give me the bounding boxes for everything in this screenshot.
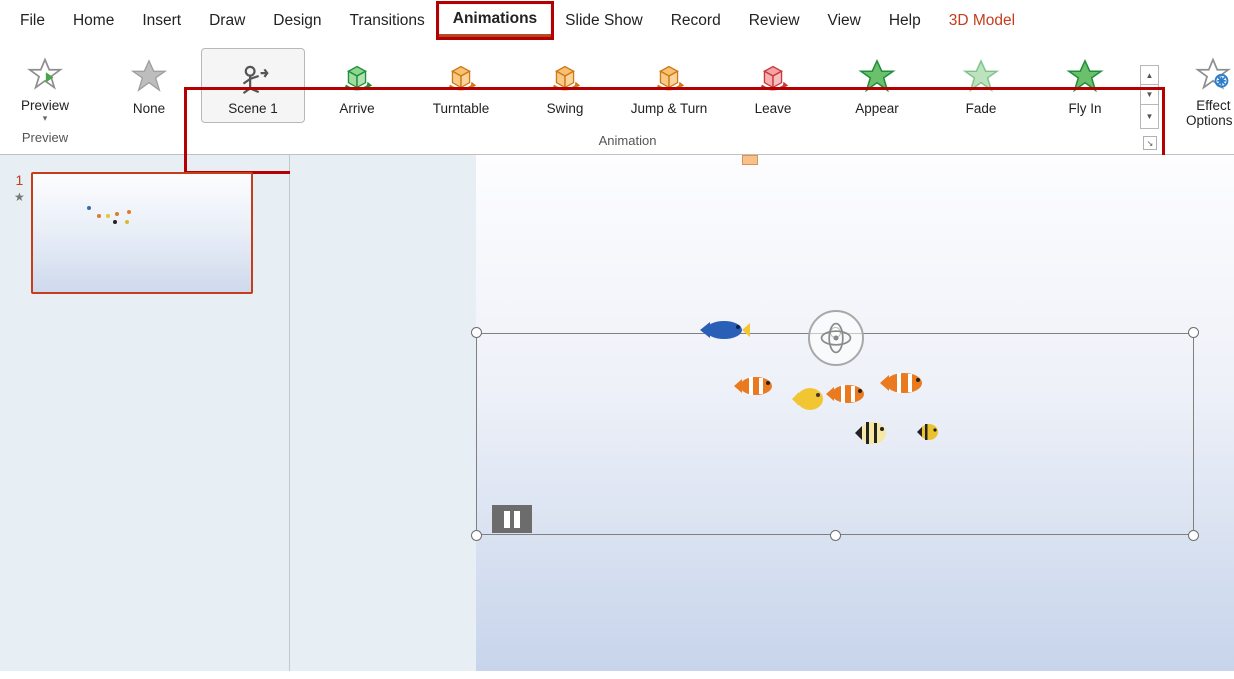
- animation-label: Fade: [966, 101, 997, 116]
- animation-turntable[interactable]: Turntable: [409, 48, 513, 123]
- tab-help[interactable]: Help: [875, 6, 935, 36]
- gallery-scroll-down[interactable]: ▼: [1140, 85, 1159, 105]
- animation-swing[interactable]: Swing: [513, 48, 617, 123]
- animation-label: Scene 1: [228, 101, 278, 116]
- tab-home[interactable]: Home: [59, 6, 128, 36]
- animation-label: Appear: [855, 101, 899, 116]
- workspace: 1 ★: [0, 154, 1234, 671]
- tab-file[interactable]: File: [6, 6, 59, 36]
- animation-label: Fly In: [1069, 101, 1102, 116]
- resize-handle[interactable]: [1188, 327, 1199, 338]
- animation-dialog-launcher[interactable]: ↘: [1143, 136, 1157, 150]
- effect-options-icon: [1191, 54, 1234, 94]
- animation-scene1[interactable]: Scene 1: [201, 48, 305, 123]
- animation-label: Jump & Turn: [631, 101, 708, 116]
- preview-button[interactable]: Preview ▾: [10, 47, 80, 126]
- animation-indicator-icon: ★: [14, 190, 25, 204]
- fish-clown: [732, 373, 778, 399]
- animation-gallery[interactable]: None Scene 1 Arrive Turntable Swing Jump & Tu…: [96, 47, 1138, 124]
- fly-in-icon: [1065, 57, 1105, 95]
- resize-handle[interactable]: [471, 530, 482, 541]
- ribbon-group-effect-options: Effect Options ▾: [1169, 45, 1234, 154]
- leave-icon: [753, 57, 793, 95]
- 3d-rotate-control[interactable]: [808, 310, 864, 366]
- tab-3d-model[interactable]: 3D Model: [935, 6, 1029, 36]
- tab-animations[interactable]: Animations: [439, 4, 551, 37]
- ribbon-group-animation-label: Animation: [599, 129, 657, 150]
- chevron-down-icon: ▾: [43, 115, 48, 121]
- arrive-icon: [337, 57, 377, 95]
- gallery-scroll-up[interactable]: ▲: [1140, 65, 1159, 85]
- animation-label: Turntable: [433, 101, 490, 116]
- slide-1-thumbnail[interactable]: [31, 172, 253, 294]
- swing-icon: [545, 57, 585, 95]
- ribbon-group-animation: None Scene 1 Arrive Turntable Swing Jump & Tu…: [94, 45, 1161, 154]
- resize-handle[interactable]: [830, 530, 841, 541]
- slide-canvas[interactable]: [476, 155, 1234, 671]
- animation-fade[interactable]: Fade: [929, 48, 1033, 123]
- fish-blue: [698, 315, 750, 345]
- tab-slideshow[interactable]: Slide Show: [551, 6, 657, 36]
- animation-appear[interactable]: Appear: [825, 48, 929, 123]
- animation-label: None: [133, 101, 165, 116]
- resize-handle[interactable]: [471, 327, 482, 338]
- ribbon: Preview ▾ Preview None Scene 1 Arrive Turnt…: [0, 43, 1234, 154]
- gallery-expand[interactable]: ▼: [1140, 105, 1159, 129]
- fish-small-yellow: [916, 421, 940, 443]
- resize-handle[interactable]: [1188, 530, 1199, 541]
- tab-design[interactable]: Design: [259, 6, 335, 36]
- pause-indicator[interactable]: [492, 505, 532, 533]
- slide-canvas-pane: [290, 155, 1234, 671]
- turntable-icon: [441, 57, 481, 95]
- fade-icon: [961, 57, 1001, 95]
- jump-turn-icon: [649, 57, 689, 95]
- fish-striped: [852, 417, 890, 447]
- effect-options-label1: Effect: [1196, 98, 1230, 113]
- animation-none[interactable]: None: [97, 48, 201, 123]
- animation-leave[interactable]: Leave: [721, 48, 825, 123]
- tab-draw[interactable]: Draw: [195, 6, 259, 36]
- none-icon: [129, 57, 169, 95]
- gallery-spinner: ▲ ▼ ▼: [1140, 65, 1159, 129]
- animation-jump-turn[interactable]: Jump & Turn: [617, 48, 721, 123]
- fish-clown: [824, 381, 870, 407]
- ribbon-tabs: File Home Insert Draw Design Transitions…: [0, 0, 1234, 43]
- effect-options-button[interactable]: Effect Options ▾: [1175, 47, 1234, 133]
- scene1-icon: [233, 57, 273, 95]
- slide-thumbnails-pane: 1 ★: [0, 155, 290, 671]
- animation-label: Arrive: [339, 101, 374, 116]
- animation-label: Swing: [547, 101, 584, 116]
- animation-label: Leave: [755, 101, 792, 116]
- ruler-indent-marker[interactable]: [742, 155, 758, 165]
- animation-fly-in[interactable]: Fly In: [1033, 48, 1137, 123]
- animation-arrive[interactable]: Arrive: [305, 48, 409, 123]
- ribbon-group-preview-label: Preview: [22, 126, 68, 147]
- preview-star-icon: [23, 54, 67, 94]
- appear-icon: [857, 57, 897, 95]
- tab-insert[interactable]: Insert: [128, 6, 195, 36]
- ribbon-group-preview: Preview ▾ Preview: [4, 45, 86, 154]
- tab-record[interactable]: Record: [657, 6, 735, 36]
- fish-clown: [878, 369, 928, 397]
- effect-options-label2: Options: [1186, 113, 1233, 128]
- preview-label: Preview: [21, 98, 69, 113]
- tab-view[interactable]: View: [814, 6, 875, 36]
- tab-review[interactable]: Review: [735, 6, 814, 36]
- fish-yellow: [790, 383, 828, 413]
- tab-transitions[interactable]: Transitions: [336, 6, 439, 36]
- slide-number: 1: [15, 172, 23, 188]
